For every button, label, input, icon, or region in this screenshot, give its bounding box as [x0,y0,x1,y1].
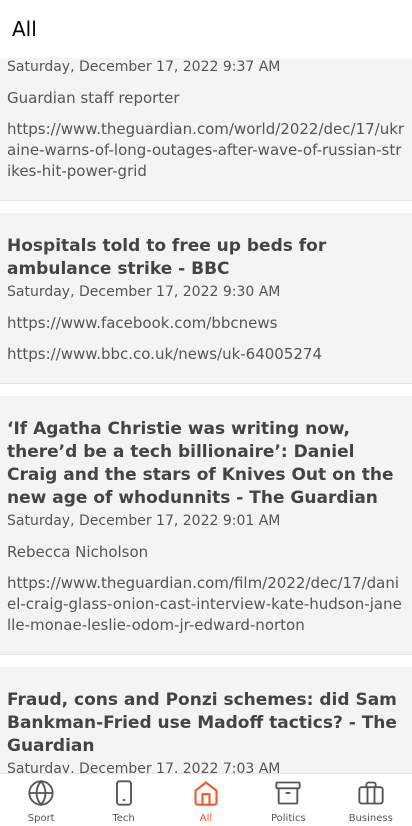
article-feed[interactable]: Saturday, December 17, 2022 9:37 AM Guar… [0,58,412,773]
nav-item-all[interactable]: All [165,774,247,826]
article-date: Saturday, December 17, 2022 9:01 AM [7,513,281,529]
article-url[interactable]: https://www.bbc.co.uk/news/uk-64005274 [7,344,405,365]
briefcase-icon [358,781,384,805]
article-author: Rebecca Nicholson [7,543,149,561]
nav-label: All [199,813,213,824]
nav-item-sport[interactable]: Sport [0,774,82,826]
article-date: Saturday, December 17, 2022 9:30 AM [7,284,281,300]
nav-item-business[interactable]: Business [330,774,412,826]
article-card[interactable]: Fraud, cons and Ponzi schemes: did Sam B… [0,667,412,773]
home-icon [194,781,218,806]
article-title: Hospitals told to free up beds for ambul… [7,236,327,279]
page-title: All [12,17,37,41]
nav-label: Politics [270,813,306,824]
bottom-navigation: Sport Tech All Politics Business [0,773,412,826]
article-url[interactable]: https://www.theguardian.com/world/2022/d… [7,119,405,182]
nav-item-tech[interactable]: Tech [83,774,165,826]
globe-icon [28,779,54,807]
nav-label: Sport [27,813,55,824]
article-card[interactable]: Saturday, December 17, 2022 9:37 AM Guar… [0,58,412,201]
article-author: Guardian staff reporter [7,89,180,107]
article-url[interactable]: https://www.theguardian.com/film/2022/de… [7,573,405,636]
article-author[interactable]: https://www.facebook.com/bbcnews [7,313,405,334]
article-title: Fraud, cons and Ponzi schemes: did Sam B… [7,690,397,756]
article-card[interactable]: ‘If Agatha Christie was writing now, the… [0,396,412,655]
nav-label: Tech [112,813,135,824]
top-app-bar: All [0,0,412,58]
archive-icon [275,781,301,805]
article-card[interactable]: Hospitals told to free up beds for ambul… [0,213,412,384]
nav-item-politics[interactable]: Politics [247,774,329,826]
article-title: ‘If Agatha Christie was writing now, the… [7,419,394,508]
article-date: Saturday, December 17, 2022 7:03 AM [7,761,281,773]
article-date: Saturday, December 17, 2022 9:37 AM [7,59,281,75]
phone-icon [115,780,132,806]
nav-label: Business [348,813,393,824]
